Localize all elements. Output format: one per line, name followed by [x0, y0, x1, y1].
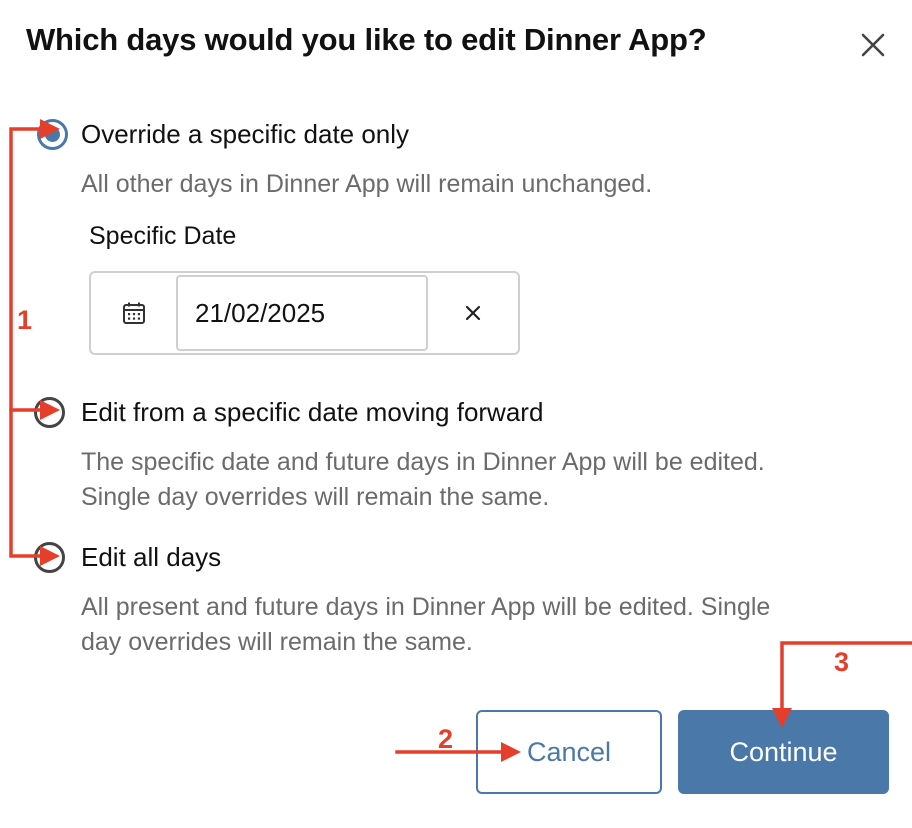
- option-description-edit-all-days: All present and future days in Dinner Ap…: [81, 590, 770, 660]
- option-label-edit-all-days[interactable]: Edit all days: [81, 542, 221, 573]
- annotation-step-2: 2: [438, 724, 454, 754]
- dialog-title: Which days would you like to edit Dinner…: [26, 22, 707, 57]
- radio-edit-all-days[interactable]: [34, 542, 65, 573]
- close-icon: [861, 33, 885, 57]
- description-line: The specific date and future days in Din…: [81, 448, 765, 476]
- cancel-button[interactable]: Cancel: [476, 710, 662, 794]
- annotation-step-1: 1: [17, 305, 33, 335]
- continue-button[interactable]: Continue: [678, 710, 889, 794]
- option-description-override-specific-date: All other days in Dinner App will remain…: [81, 170, 653, 198]
- specific-date-label: Specific Date: [89, 222, 237, 250]
- option-description-edit-from-date-forward: The specific date and future days in Din…: [81, 445, 765, 515]
- option-label-edit-from-date-forward[interactable]: Edit from a specific date moving forward: [81, 397, 543, 428]
- clear-icon: [465, 305, 481, 321]
- description-line: All present and future days in Dinner Ap…: [81, 593, 771, 621]
- specific-date-field: [89, 271, 520, 355]
- calendar-button[interactable]: [91, 273, 176, 353]
- close-button[interactable]: [858, 30, 888, 60]
- description-line: Single day overrides will remain the sam…: [81, 483, 550, 511]
- calendar-icon: [122, 302, 145, 324]
- radio-edit-from-date-forward[interactable]: [34, 397, 65, 428]
- option-label-override-specific-date[interactable]: Override a specific date only: [81, 119, 409, 150]
- description-line: day overrides will remain the same.: [81, 628, 473, 656]
- clear-date-button[interactable]: [428, 273, 518, 353]
- annotation-step-3: 3: [834, 647, 850, 677]
- specific-date-input[interactable]: [176, 275, 428, 351]
- radio-override-specific-date[interactable]: [37, 119, 68, 150]
